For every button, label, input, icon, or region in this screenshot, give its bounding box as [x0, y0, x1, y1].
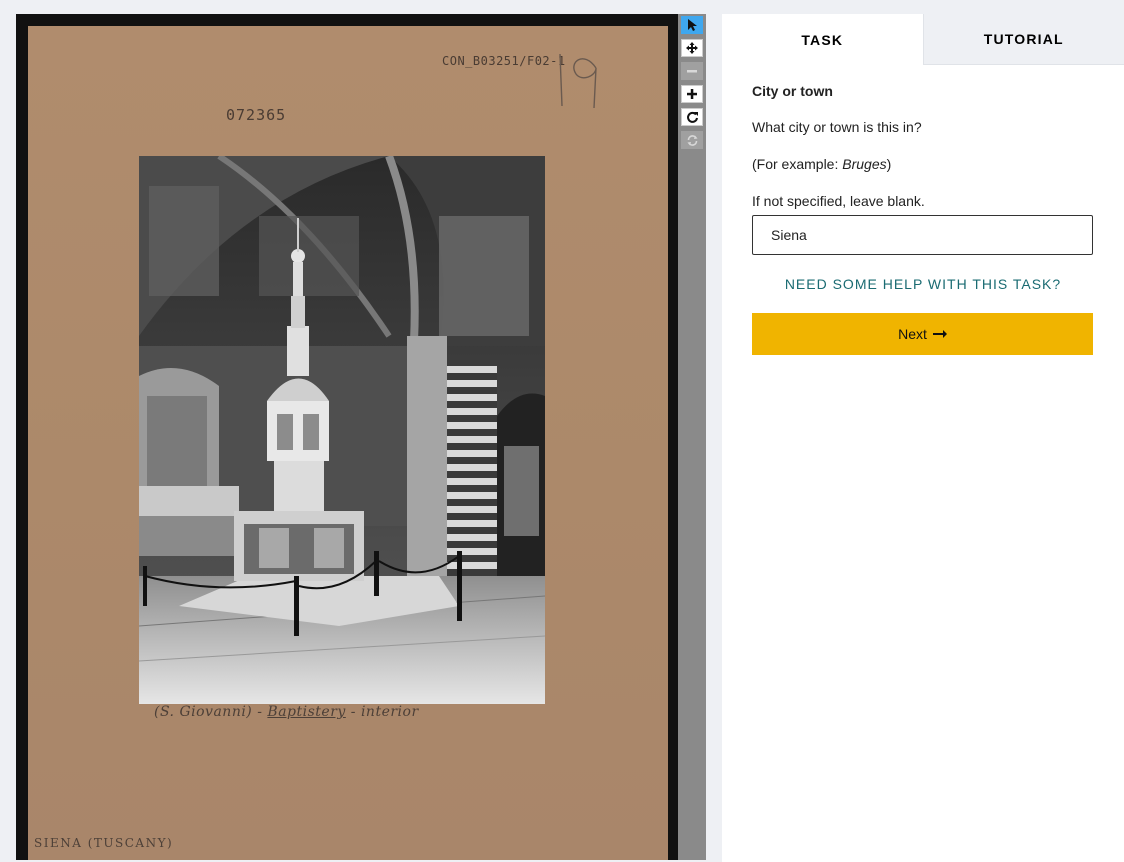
subject-viewer[interactable]: CON_B03251/F02-1 072365 (S. Giovanni) - … — [16, 14, 678, 860]
task-example: (For example: Bruges) — [752, 156, 1094, 172]
pan-tool-button[interactable] — [681, 39, 703, 57]
next-button[interactable]: Next — [752, 313, 1093, 355]
example-suffix: ) — [886, 156, 892, 172]
panel-tabs: TASK TUTORIAL — [722, 14, 1124, 65]
task-question: What city or town is this in? — [752, 119, 922, 135]
handwritten-city-label: SIENA (TUSCANY) — [34, 836, 174, 850]
tab-tutorial[interactable]: TUTORIAL — [922, 14, 1124, 65]
city-answer-input[interactable] — [752, 215, 1093, 255]
inventory-number: 072365 — [226, 106, 287, 124]
annotate-tool-button[interactable] — [681, 16, 703, 34]
zoom-out-tool-button[interactable] — [681, 62, 703, 80]
help-link[interactable]: NEED SOME HELP WITH THIS TASK? — [752, 276, 1094, 292]
tab-task[interactable]: TASK — [722, 14, 923, 65]
task-title: City or town — [752, 83, 833, 99]
example-prefix: (For example: — [752, 156, 843, 172]
arrow-right-icon — [932, 330, 947, 338]
reset-tool-button[interactable] — [681, 131, 703, 149]
next-label: Next — [898, 326, 927, 342]
caption-detail: - interior — [345, 704, 419, 720]
zoom-in-tool-button[interactable] — [681, 85, 703, 103]
plus-icon — [687, 89, 697, 99]
refresh-icon — [687, 134, 697, 146]
baptistery-interior-image — [139, 156, 545, 704]
rotate-tool-button[interactable] — [681, 108, 703, 126]
caption-building: Baptistery — [267, 704, 346, 720]
rotate-icon — [686, 111, 698, 123]
task-panel: TASK TUTORIAL City or town What city or … — [722, 14, 1124, 862]
viewer-toolbar — [678, 14, 706, 860]
example-value: Bruges — [842, 156, 887, 172]
pencil-number-19 — [559, 53, 597, 108]
cursor-arrow-icon — [688, 19, 697, 31]
task-content: City or town What city or town is this i… — [722, 65, 1124, 355]
task-instruction: If not specified, leave blank. — [752, 193, 925, 209]
caption-location: (S. Giovanni) - — [154, 704, 268, 720]
catalog-stamp: CON_B03251/F02-1 — [442, 54, 566, 68]
minus-icon — [687, 70, 697, 73]
archive-card: CON_B03251/F02-1 072365 (S. Giovanni) - … — [28, 26, 668, 860]
move-arrows-icon — [686, 42, 698, 54]
handwritten-caption: (S. Giovanni) - Baptistery - interior — [154, 704, 419, 720]
baptistery-photograph — [139, 156, 545, 704]
